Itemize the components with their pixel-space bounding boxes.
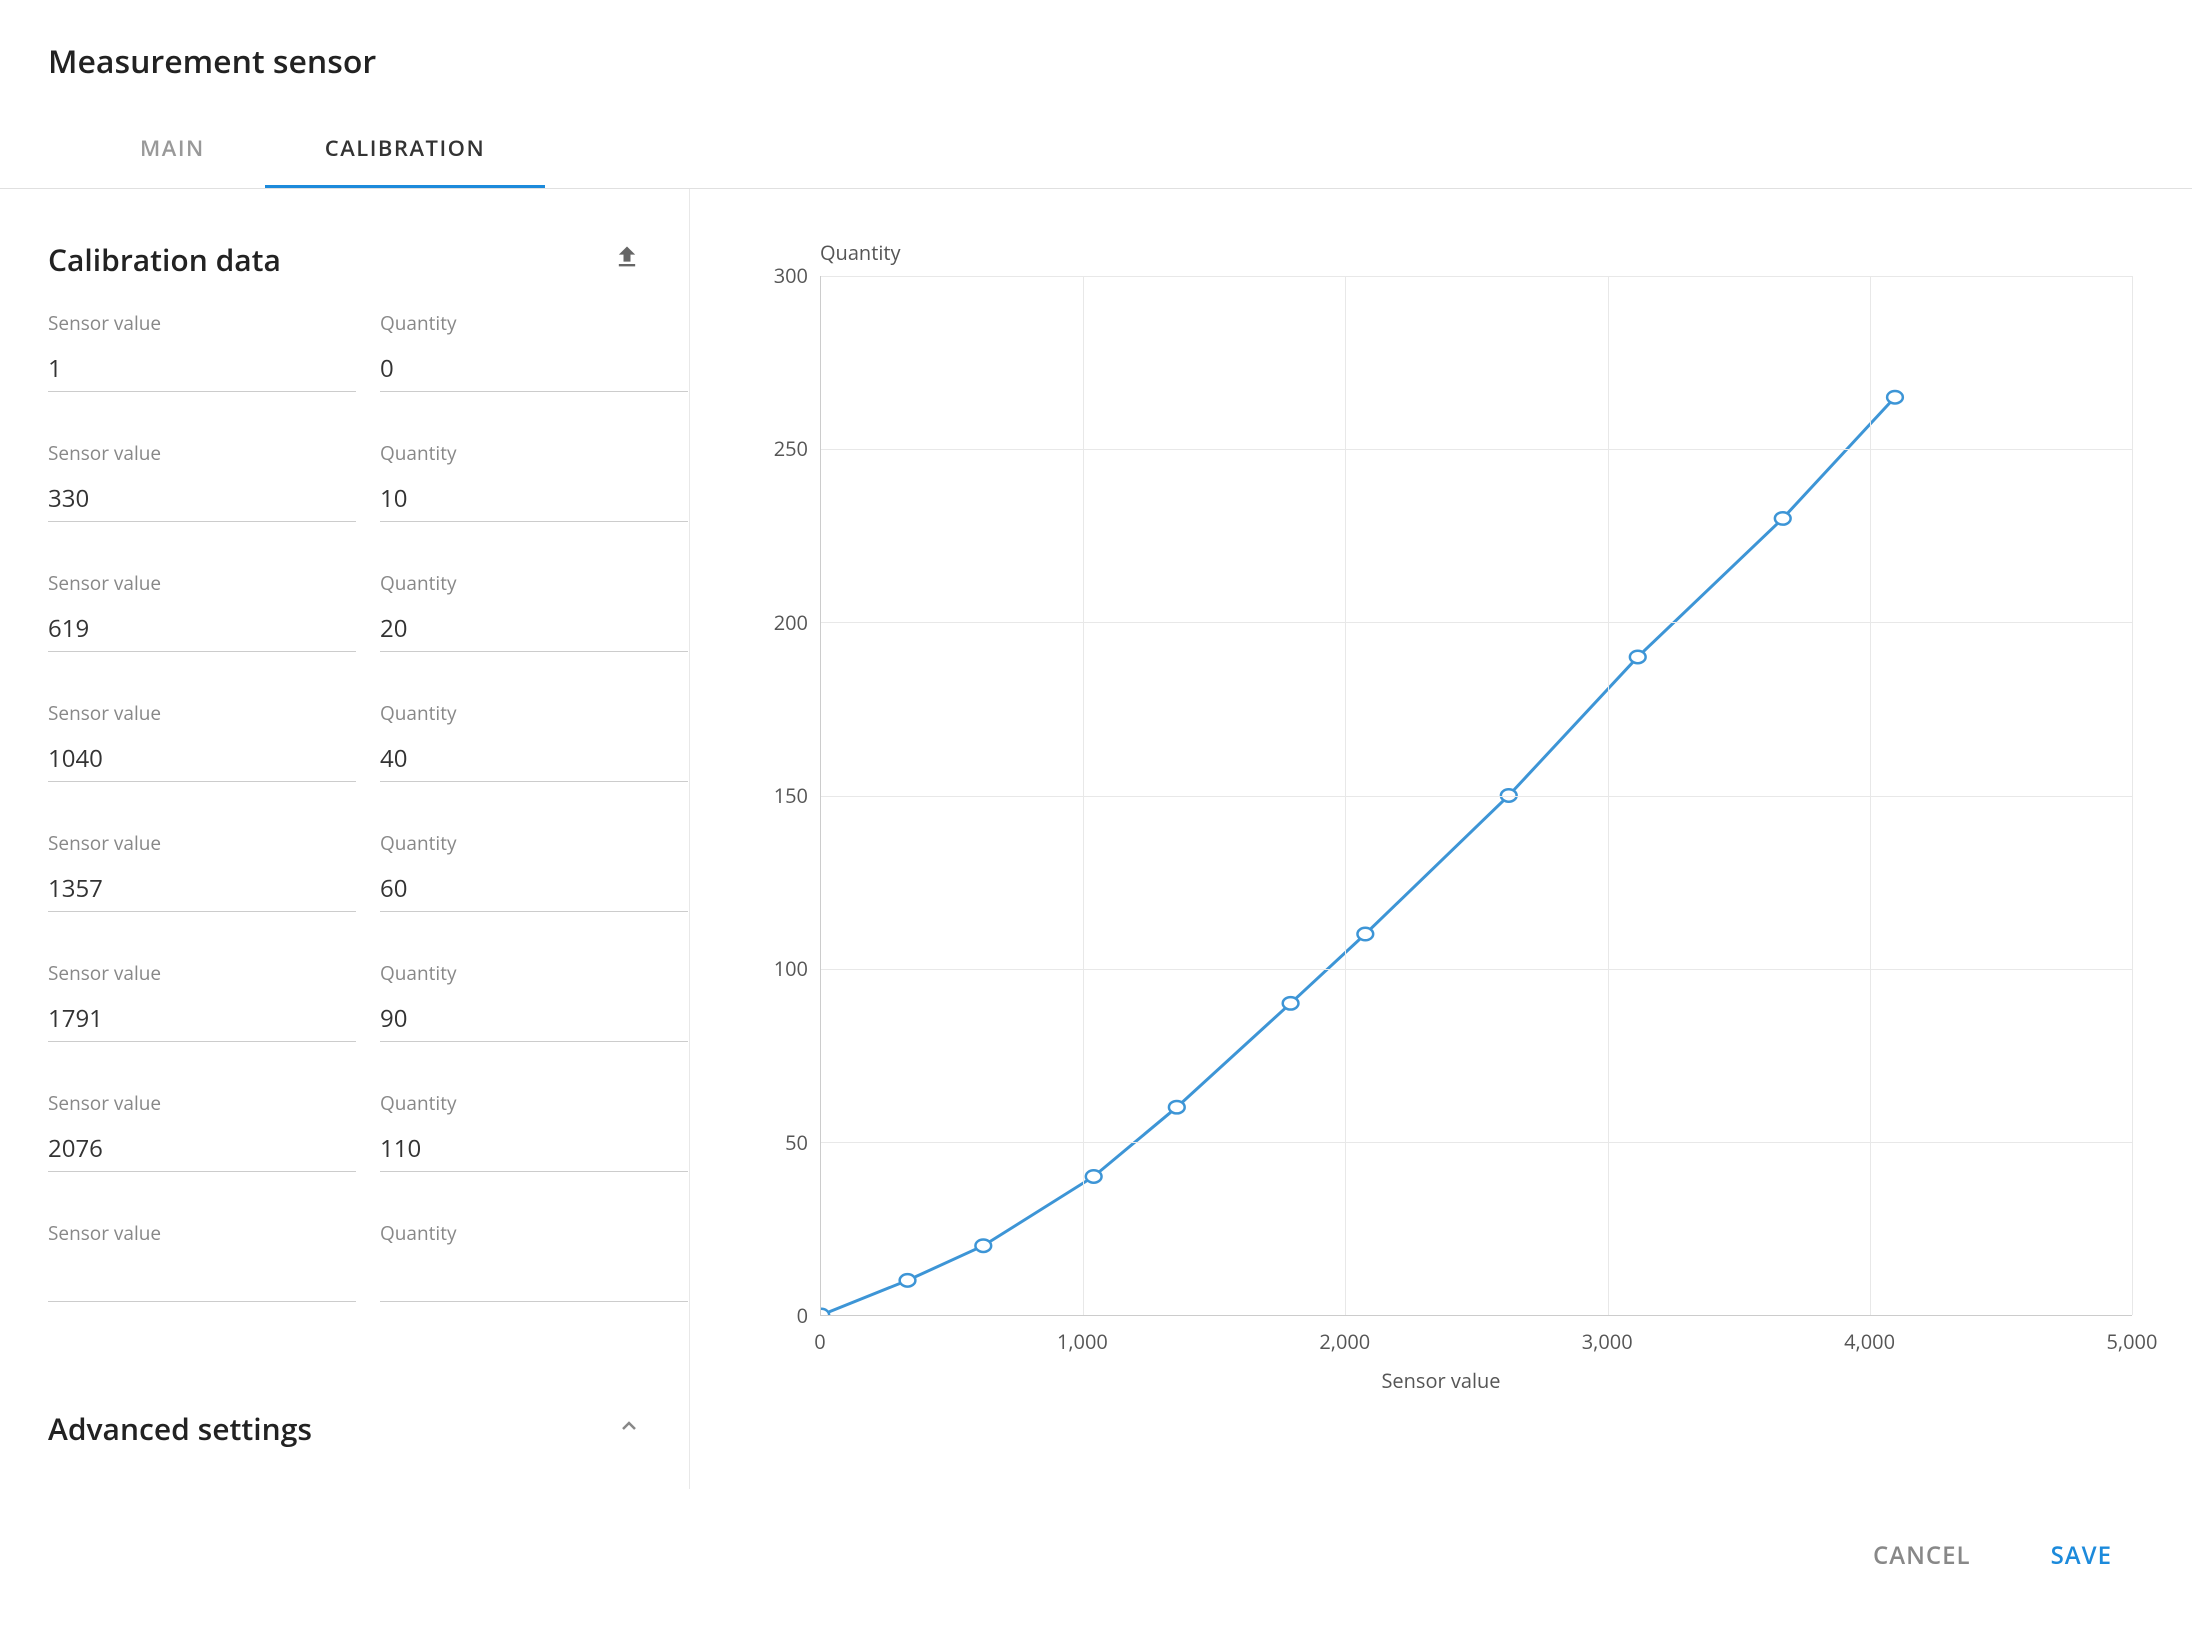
quantity-input[interactable]: [380, 996, 688, 1042]
sensor-input[interactable]: [48, 476, 356, 522]
sensor-input[interactable]: [48, 866, 356, 912]
calibration-row: Sensor value Quantity: [48, 310, 641, 392]
chart-x-label: Sensor value: [750, 1367, 2132, 1394]
quantity-input[interactable]: [380, 476, 688, 522]
quantity-label: Quantity: [380, 1090, 688, 1116]
sensor-field: Sensor value: [48, 830, 356, 912]
chart-plot: [820, 276, 2132, 1316]
sensor-input[interactable]: [48, 736, 356, 782]
calibration-row: Sensor value Quantity: [48, 1220, 641, 1302]
left-panel: Calibration data Sensor value Quantity S…: [0, 189, 690, 1489]
upload-icon[interactable]: [613, 243, 641, 276]
advanced-settings-title: Advanced settings: [48, 1408, 312, 1449]
quantity-label: Quantity: [380, 310, 688, 336]
quantity-field: Quantity: [380, 1220, 688, 1302]
quantity-field: Quantity: [380, 700, 688, 782]
calibration-title: Calibration data: [48, 239, 281, 280]
tab-main[interactable]: MAIN: [80, 111, 265, 188]
chart-area: 300250200150100500: [750, 276, 2132, 1316]
footer: CANCEL SAVE: [0, 1489, 2192, 1612]
quantity-field: Quantity: [380, 960, 688, 1042]
chart-y-axis: 300250200150100500: [750, 276, 820, 1316]
tab-calibration[interactable]: CALIBRATION: [265, 111, 545, 188]
sensor-label: Sensor value: [48, 570, 356, 596]
sensor-field: Sensor value: [48, 440, 356, 522]
sensor-field: Sensor value: [48, 1220, 356, 1302]
calibration-header: Calibration data: [48, 189, 641, 310]
quantity-input[interactable]: [380, 1126, 688, 1172]
quantity-field: Quantity: [380, 830, 688, 912]
sensor-input[interactable]: [48, 346, 356, 392]
calibration-row: Sensor value Quantity: [48, 830, 641, 912]
quantity-label: Quantity: [380, 700, 688, 726]
quantity-label: Quantity: [380, 440, 688, 466]
quantity-input[interactable]: [380, 866, 688, 912]
sensor-input[interactable]: [48, 996, 356, 1042]
calibration-scroll[interactable]: Calibration data Sensor value Quantity S…: [0, 189, 689, 1367]
sensor-field: Sensor value: [48, 960, 356, 1042]
quantity-label: Quantity: [380, 960, 688, 986]
quantity-input[interactable]: [380, 606, 688, 652]
quantity-field: Quantity: [380, 570, 688, 652]
quantity-field: Quantity: [380, 310, 688, 392]
quantity-input[interactable]: [380, 1256, 688, 1302]
chart-panel: Quantity 300250200150100500 01,0002,0003…: [690, 189, 2192, 1489]
sensor-field: Sensor value: [48, 310, 356, 392]
sensor-label: Sensor value: [48, 440, 356, 466]
page-title: Measurement sensor: [0, 0, 2192, 111]
chart-x-axis: 01,0002,0003,0004,0005,000: [820, 1316, 2132, 1355]
sensor-label: Sensor value: [48, 1090, 356, 1116]
quantity-label: Quantity: [380, 830, 688, 856]
quantity-label: Quantity: [380, 1220, 688, 1246]
chart-y-label: Quantity: [820, 239, 2132, 266]
quantity-input[interactable]: [380, 346, 688, 392]
quantity-field: Quantity: [380, 440, 688, 522]
sensor-field: Sensor value: [48, 570, 356, 652]
sensor-label: Sensor value: [48, 700, 356, 726]
sensor-input[interactable]: [48, 1256, 356, 1302]
calibration-row: Sensor value Quantity: [48, 700, 641, 782]
advanced-settings-toggle[interactable]: Advanced settings: [0, 1367, 689, 1489]
sensor-input[interactable]: [48, 606, 356, 652]
chevron-up-icon: [617, 1414, 641, 1443]
sensor-field: Sensor value: [48, 1090, 356, 1172]
quantity-input[interactable]: [380, 736, 688, 782]
sensor-label: Sensor value: [48, 310, 356, 336]
sensor-label: Sensor value: [48, 1220, 356, 1246]
content: Calibration data Sensor value Quantity S…: [0, 189, 2192, 1489]
tabs: MAIN CALIBRATION: [0, 111, 2192, 189]
quantity-label: Quantity: [380, 570, 688, 596]
calibration-row: Sensor value Quantity: [48, 960, 641, 1042]
calibration-row: Sensor value Quantity: [48, 440, 641, 522]
cancel-button[interactable]: CANCEL: [1873, 1539, 1971, 1572]
calibration-row: Sensor value Quantity: [48, 1090, 641, 1172]
sensor-field: Sensor value: [48, 700, 356, 782]
sensor-label: Sensor value: [48, 960, 356, 986]
sensor-input[interactable]: [48, 1126, 356, 1172]
save-button[interactable]: SAVE: [2051, 1539, 2112, 1572]
quantity-field: Quantity: [380, 1090, 688, 1172]
calibration-row: Sensor value Quantity: [48, 570, 641, 652]
sensor-label: Sensor value: [48, 830, 356, 856]
